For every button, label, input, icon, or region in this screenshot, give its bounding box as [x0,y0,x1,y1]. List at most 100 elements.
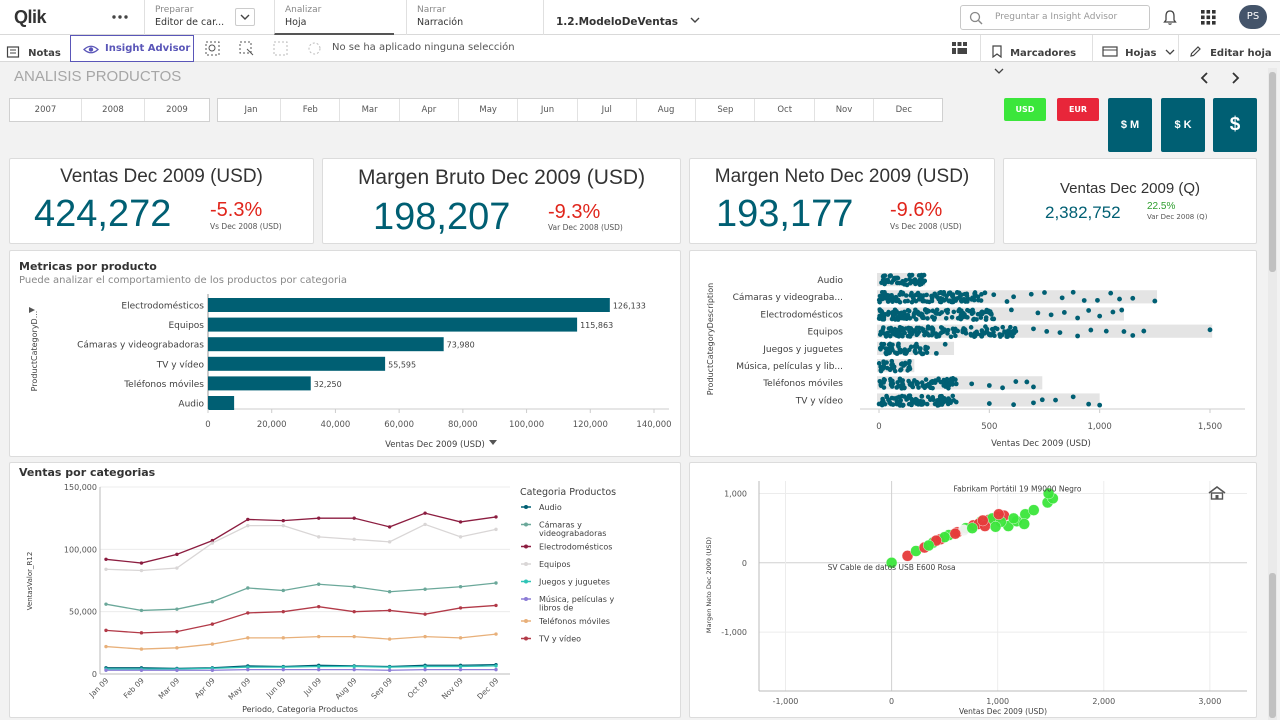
month-filter-item[interactable]: Feb [281,99,341,121]
edit-sheet-button[interactable]: Editar hoja [1178,35,1280,62]
month-filter-item[interactable]: Aug [637,99,697,121]
scrollbar-thumb[interactable] [1269,72,1276,272]
apps-grid-icon[interactable] [1201,10,1216,29]
nav-narrate[interactable]: Narrar Narración [406,0,540,35]
data-point [458,520,463,524]
x-tick-label: 1,500 [1198,422,1222,432]
bookmarks-label: Marcadores [1010,48,1077,59]
year-filter-item[interactable]: 2008 [82,99,145,121]
data-point [959,292,964,298]
month-filter-item[interactable]: Dec [874,99,933,121]
x-tick-label: 120,000 [573,420,608,430]
avatar[interactable]: PS [1239,5,1267,29]
previous-sheet-icon[interactable] [1199,70,1211,89]
layout-grid-icon[interactable] [952,41,967,60]
notes-button[interactable]: Notas [6,41,61,60]
data-point [946,291,952,297]
month-filter-item[interactable]: Jan [222,99,281,121]
data-point [458,535,463,539]
kpi-card-margen-bruto[interactable]: Margen Bruto Dec 2009 (USD) 198,207 -9.3… [322,158,681,244]
home-icon[interactable] [1207,485,1227,504]
data-point [281,609,285,614]
month-filter-item[interactable]: Mar [341,99,400,121]
top-navigation-bar: Qlik Preparar Editor de car... Analizar … [0,0,1280,35]
month-filter-item[interactable]: Jun [519,99,578,121]
scale-thousands-button[interactable]: $ K [1161,98,1205,152]
month-filter-item[interactable]: Sep [696,99,756,121]
data-point [387,525,392,529]
annotation-label: Fabrikam Portátil 19 M9000 Negro [953,484,1081,493]
x-tick-label: 140,000 [636,420,671,430]
x-tick-label: Mar 09 [157,676,182,701]
usd-button[interactable]: USD [1004,98,1046,121]
y-axis-title: ProductCategoryDescription [706,283,715,395]
month-filter-item[interactable]: Apr [400,99,459,121]
data-point [953,333,958,339]
smart-search-icon[interactable] [205,41,220,60]
category-label: Música, películas y lib... [736,362,843,372]
data-point [1130,295,1136,301]
legend-label: TV y vídeo [538,635,581,644]
data-point [317,516,321,520]
insight-advisor-button[interactable]: Insight Advisor [70,35,194,62]
bell-icon[interactable] [1162,9,1178,30]
insight-search-box[interactable]: Preguntar a Insight Advisor [960,5,1150,30]
year-filter-item[interactable]: 2007 [10,99,82,121]
month-filter-item[interactable]: May [459,99,519,121]
qlik-logo[interactable]: Qlik [14,7,47,27]
kpi-card-margen-neto[interactable]: Margen Neto Dec 2009 (USD) 193,177 -9.6%… [689,158,995,244]
kpi-value: 193,177 [716,193,854,235]
data-point [104,668,108,672]
scale-thousands-label: $ K [1174,119,1192,131]
clear-selection-icon[interactable] [307,41,322,60]
category-label: Electrodomésticos [760,309,843,320]
data-point [246,586,250,590]
data-point [352,667,356,672]
lasso-select-icon[interactable] [239,41,254,60]
data-point [104,557,108,562]
line-chart[interactable]: 0 50,000 100,000 150,000 Jan 09 Feb 09 Mar 09 A… [10,463,682,719]
kpi-card-ventas[interactable]: Ventas Dec 2009 (USD) 424,272 -5.3% Vs D… [9,158,314,244]
data-point [876,361,882,366]
scale-millions-button[interactable]: $ M [1108,98,1152,152]
kpi-subtitle: Var Dec 2008 (USD) [548,223,623,232]
x-tick-label: 100,000 [509,420,544,430]
scatter-chart[interactable]: 1,000 0 -1,000 -1,000 0 1,000 2,000 3,000 Fabrik… [690,463,1258,719]
data-point [986,401,992,406]
month-filter-item[interactable]: Nov [815,99,874,121]
data-point [1141,328,1147,334]
data-point [913,329,919,335]
data-point [1031,400,1036,406]
legend-label: libros de [539,604,573,613]
year-filter-item[interactable]: 2009 [145,99,209,121]
chevron-down-icon[interactable] [235,8,255,26]
vertical-scrollbar[interactable] [1268,68,1277,720]
bookmarks-button[interactable]: Marcadores [980,35,1092,74]
scrollbar-thumb-lower[interactable] [1269,573,1276,718]
month-filter-item[interactable]: Oct [756,99,815,121]
distribution-chart[interactable]: Audio Cámaras y videograba... Electrodomés… [690,251,1258,458]
data-point [907,366,913,372]
scale-units-button[interactable]: $ [1213,98,1257,152]
kpi-card-ventas-q[interactable]: Ventas Dec 2009 (Q) 2,382,752 22.5% Var … [1003,158,1257,244]
nav-prepare[interactable]: Preparar Editor de car... [144,0,262,35]
app-name-dropdown[interactable]: 1.2.ModeloDeVentas [543,0,703,35]
next-sheet-icon[interactable] [1229,70,1241,89]
data-point [924,331,930,337]
nav-analyze[interactable]: Analizar Hoja [274,0,394,35]
data-point [966,308,972,314]
logo-text: Qlik [14,7,47,27]
bar-chart[interactable]: Electrodomésticos 126,133 Equipos 115,863 Cá… [10,251,682,458]
data-point [897,280,902,286]
more-horizontal-icon[interactable] [110,8,130,26]
month-filter-item[interactable]: Jul [578,99,637,121]
data-point [1075,333,1080,339]
category-label: Electrodomésticos [121,301,204,312]
kpi-title: Margen Bruto Dec 2009 (USD) [357,166,646,189]
sheets-button[interactable]: Hojas [1092,35,1178,62]
data-point [1006,328,1012,334]
sheets-label: Hojas [1125,48,1157,59]
kpi-change: -9.3% [548,201,601,223]
eur-button[interactable]: EUR [1057,98,1099,121]
step-back-icon[interactable] [273,41,288,60]
